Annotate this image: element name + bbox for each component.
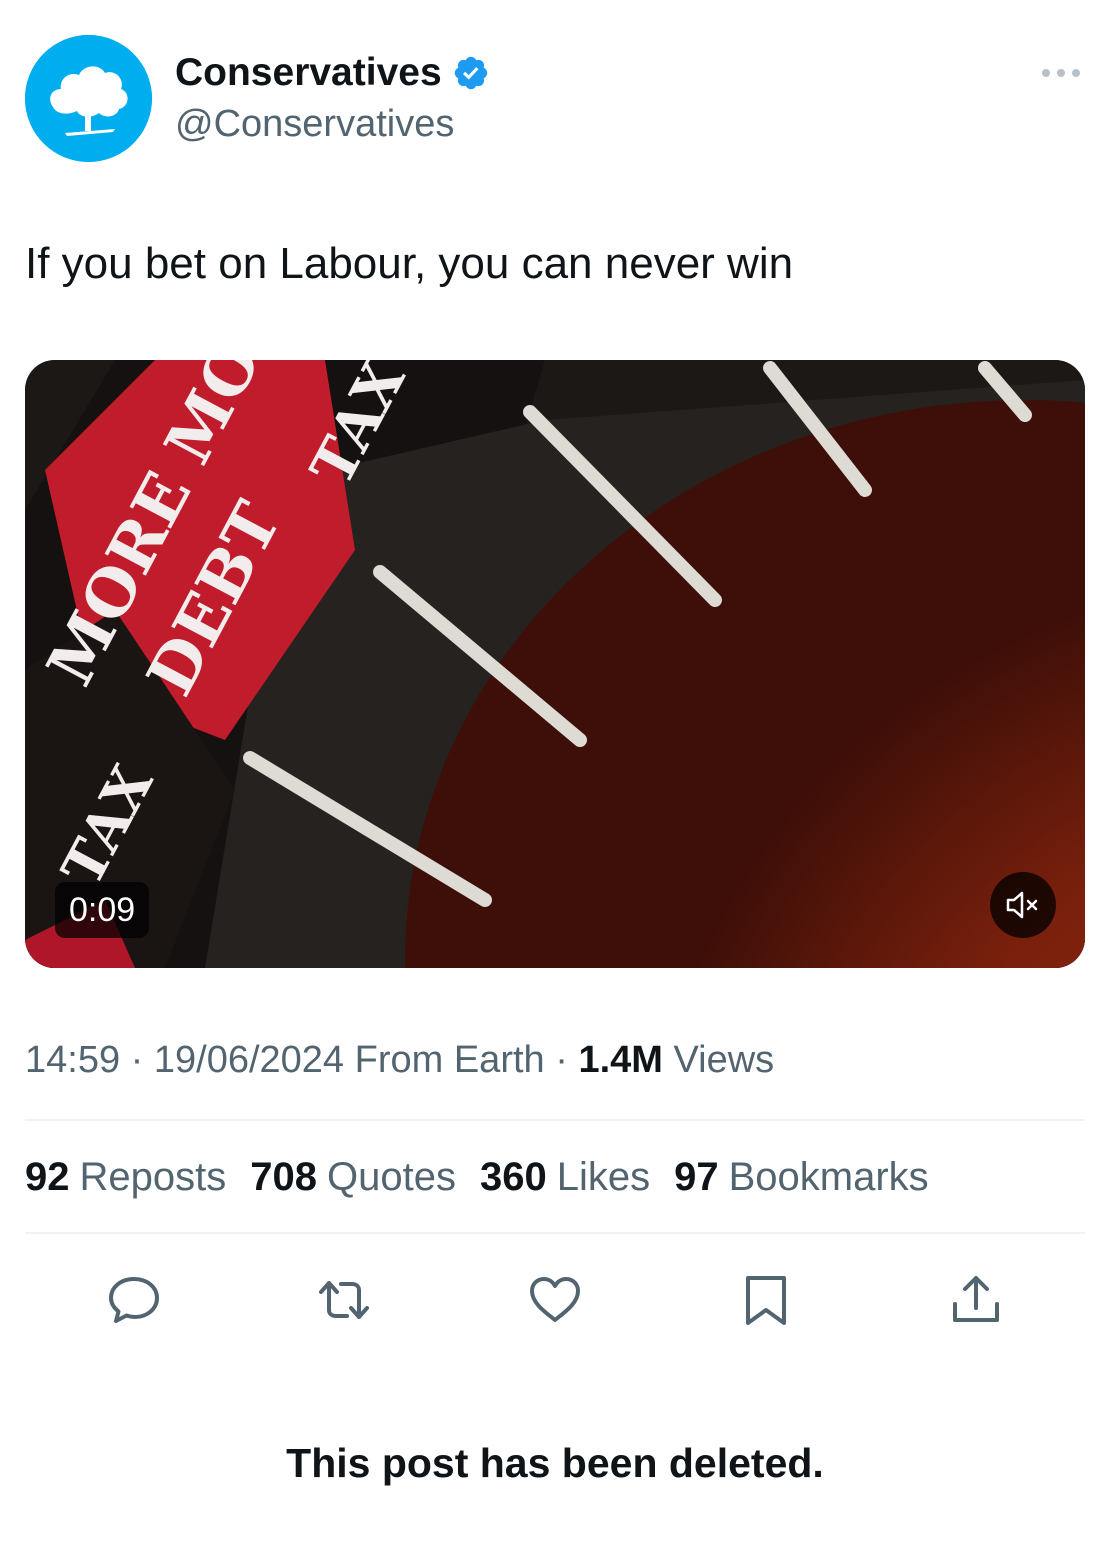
quotes-label: Quotes xyxy=(327,1155,456,1199)
views-count: 1.4M xyxy=(578,1039,663,1081)
meta-separator: · xyxy=(555,1039,568,1081)
tweet-text: If you bet on Labour, you can never win xyxy=(25,239,794,288)
bookmarks-label: Bookmarks xyxy=(728,1155,929,1199)
conservative-tree-logo-icon xyxy=(25,35,152,162)
video-player[interactable]: MORE MO DEBT TAX TAX 0:09 xyxy=(25,360,1085,968)
action-bar xyxy=(0,1270,1110,1330)
mute-icon[interactable] xyxy=(990,872,1056,938)
like-icon[interactable] xyxy=(525,1270,585,1330)
tweet-meta: 14:59 · 19/06/2024 From Earth · 1.4M Vie… xyxy=(25,1036,774,1084)
divider xyxy=(25,1119,1085,1121)
bookmarks-count: 97 xyxy=(674,1155,719,1199)
tweet-date[interactable]: 19/06/2024 xyxy=(154,1039,344,1081)
display-name[interactable]: Conservatives xyxy=(175,50,490,96)
tweet-source: From Earth xyxy=(354,1039,545,1081)
likes-label: Likes xyxy=(556,1155,651,1199)
likes-count: 360 xyxy=(479,1155,547,1199)
engagement-stats: 92 Reposts 708 Quotes 360 Likes 97 Bookmarks xyxy=(25,1152,953,1202)
bookmark-icon[interactable] xyxy=(736,1270,796,1330)
more-options-icon[interactable] xyxy=(1038,58,1084,88)
views-label: Views xyxy=(673,1039,775,1081)
reposts-stat[interactable]: 92 Reposts xyxy=(25,1152,226,1202)
video-duration: 0:09 xyxy=(55,882,150,938)
verified-badge-icon xyxy=(452,54,490,92)
divider xyxy=(25,1232,1085,1234)
handle[interactable]: @Conservatives xyxy=(175,101,454,147)
avatar[interactable] xyxy=(25,35,152,162)
quotes-count: 708 xyxy=(250,1155,317,1199)
tweet-time[interactable]: 14:59 xyxy=(25,1039,120,1081)
meta-separator: · xyxy=(130,1039,144,1081)
reply-icon[interactable] xyxy=(104,1270,164,1330)
display-name-text: Conservatives xyxy=(175,51,442,94)
likes-stat[interactable]: 360 Likes xyxy=(480,1152,650,1202)
repost-icon[interactable] xyxy=(314,1270,374,1330)
reposts-label: Reposts xyxy=(79,1155,227,1199)
deleted-notice: This post has been deleted. xyxy=(286,1440,824,1486)
reposts-count: 92 xyxy=(25,1155,70,1199)
share-icon[interactable] xyxy=(946,1270,1006,1330)
quotes-stat[interactable]: 708 Quotes xyxy=(250,1152,456,1202)
bookmarks-stat[interactable]: 97 Bookmarks xyxy=(674,1152,929,1202)
video-frame: MORE MO DEBT TAX TAX xyxy=(25,360,1085,968)
